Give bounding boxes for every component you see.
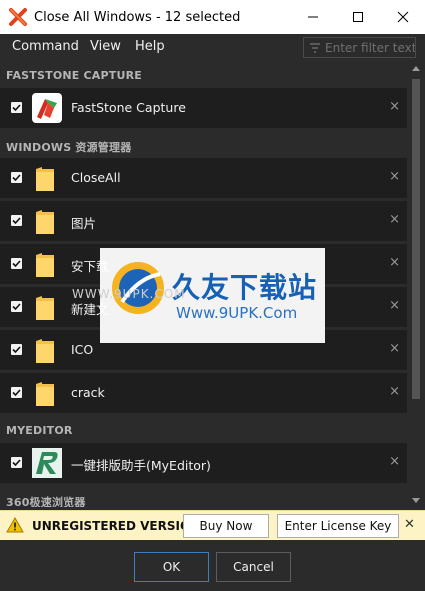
unregistered-notice-bar: UNREGISTERED VERSIO Buy Now Enter Licens… (0, 510, 425, 540)
list-scrollbar[interactable] (407, 61, 425, 507)
row-label: FastStone Capture (71, 100, 186, 115)
close-icon (397, 11, 408, 23)
group-header-360-browser: 360极速浏览器 (6, 496, 86, 507)
row-checkbox[interactable] (11, 102, 22, 113)
enter-license-key-button[interactable]: Enter License Key (277, 514, 399, 538)
filter-input[interactable] (325, 40, 415, 55)
notice-close-button[interactable]: ✕ (404, 517, 415, 532)
row-checkbox[interactable] (11, 258, 22, 269)
watermark-title: 久友下载站 (172, 271, 318, 304)
filter-icon (310, 42, 320, 53)
row-checkbox[interactable] (11, 215, 22, 226)
row-close-button[interactable]: × (389, 298, 400, 313)
row-close-button[interactable]: × (389, 341, 400, 356)
row-label: 图片 (71, 216, 97, 231)
unregistered-text: UNREGISTERED VERSIO (32, 519, 191, 533)
checkmark-icon (12, 217, 21, 225)
checkmark-icon (12, 389, 21, 397)
window-title: Close All Windows - 12 selected (34, 9, 241, 25)
filter-box[interactable] (303, 37, 416, 58)
checkmark-icon (12, 346, 21, 354)
title-bar: Close All Windows - 12 selected (0, 0, 425, 34)
cancel-button[interactable]: Cancel (216, 552, 291, 582)
row-close-button[interactable]: × (389, 99, 400, 114)
row-label: ICO (71, 342, 94, 357)
row-label: crack (71, 385, 105, 400)
menu-command[interactable]: Command (12, 39, 79, 54)
list-item[interactable]: CloseAll × (0, 158, 407, 198)
close-all-windows-dialog: Close All Windows - 12 selected Command … (0, 0, 425, 591)
folder-icon (36, 210, 54, 234)
minimize-button[interactable] (290, 0, 335, 34)
group-header-faststone: FASTSTONE CAPTURE (6, 69, 142, 82)
scroll-down-icon[interactable] (411, 497, 421, 505)
row-checkbox[interactable] (11, 387, 22, 398)
scroll-up-icon[interactable] (411, 64, 421, 72)
folder-icon (36, 253, 54, 277)
row-label: 一键排版助手(MyEditor) (71, 458, 211, 473)
maximize-button[interactable] (335, 0, 380, 34)
group-header-windows-explorer: WINDOWS 资源管理器 (6, 141, 132, 154)
checkmark-icon (12, 303, 21, 311)
row-checkbox[interactable] (11, 344, 22, 355)
folder-icon (36, 382, 54, 406)
row-checkbox[interactable] (11, 301, 22, 312)
minimize-icon (307, 16, 318, 18)
row-close-button[interactable]: × (389, 255, 400, 270)
row-close-button[interactable]: × (389, 169, 400, 184)
warning-icon (6, 517, 24, 533)
faststone-capture-icon (32, 93, 62, 123)
row-checkbox[interactable] (11, 457, 22, 468)
watermark-url: Www.9UPK.Com (176, 304, 298, 322)
scroll-thumb[interactable] (412, 79, 420, 399)
window-close-button[interactable] (380, 0, 425, 34)
myeditor-icon (32, 448, 62, 478)
checkmark-icon (12, 174, 21, 182)
maximize-icon (352, 12, 363, 22)
list-item[interactable]: FastStone Capture × (0, 88, 407, 128)
list-item[interactable]: 图片 × (0, 201, 407, 241)
row-close-button[interactable]: × (389, 212, 400, 227)
folder-icon (36, 339, 54, 363)
list-item[interactable]: crack × (0, 373, 407, 413)
folder-icon (36, 296, 54, 320)
buy-now-button[interactable]: Buy Now (183, 514, 269, 538)
folder-icon (36, 167, 54, 191)
group-header-myeditor: MYEDITOR (6, 424, 73, 437)
menu-help[interactable]: Help (135, 39, 165, 54)
checkmark-icon (12, 104, 21, 112)
menu-view[interactable]: View (90, 39, 121, 54)
close-all-app-icon (8, 7, 28, 27)
dialog-footer: OK Cancel (0, 540, 425, 591)
ok-button[interactable]: OK (134, 552, 209, 582)
row-close-button[interactable]: × (389, 454, 400, 469)
watermark-overlay-text: WWW.9UPK.COM (72, 287, 186, 301)
checkmark-icon (12, 260, 21, 268)
checkmark-icon (12, 459, 21, 467)
row-label: CloseAll (71, 170, 121, 185)
row-checkbox[interactable] (11, 172, 22, 183)
row-close-button[interactable]: × (389, 384, 400, 399)
list-item[interactable]: 一键排版助手(MyEditor) × (0, 443, 407, 483)
